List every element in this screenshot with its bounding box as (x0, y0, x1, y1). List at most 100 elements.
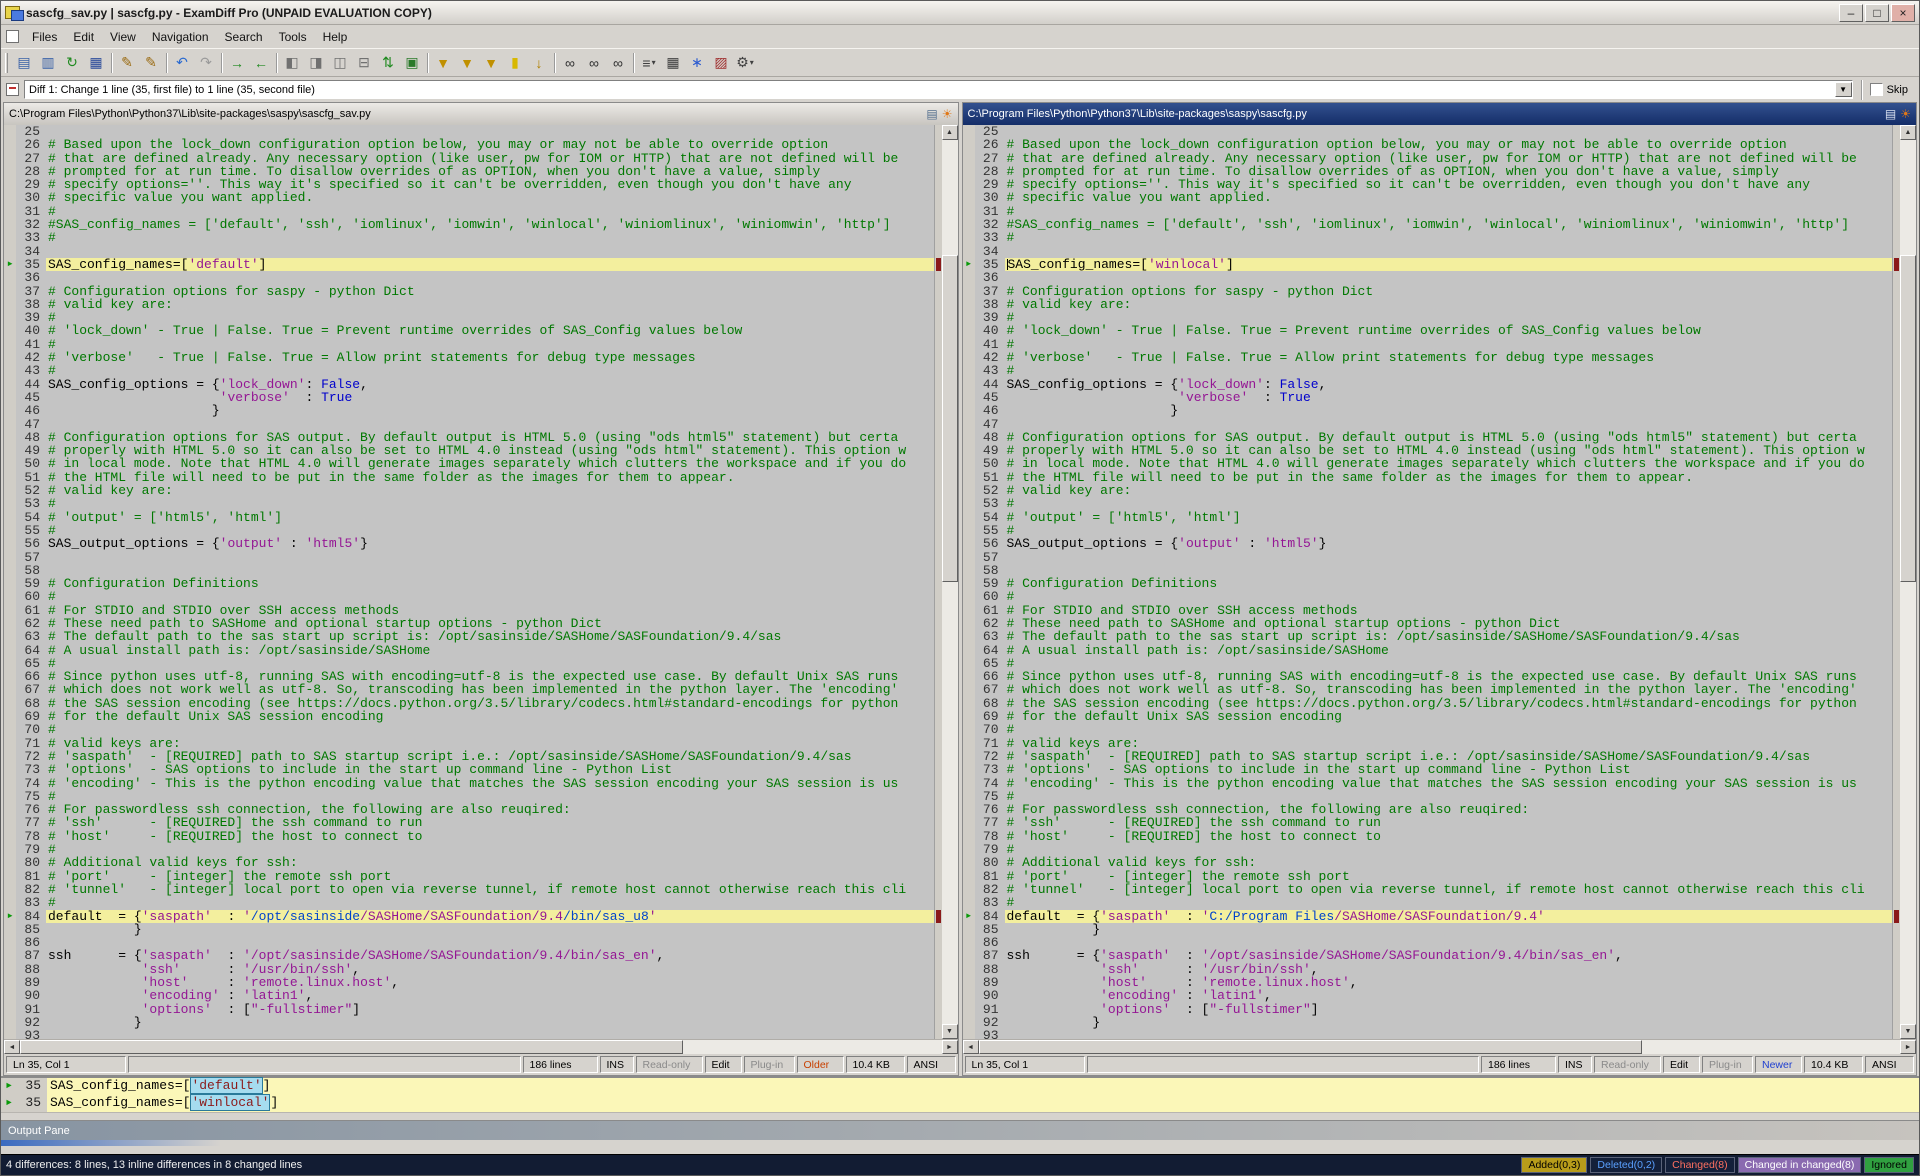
edit-second-file-icon[interactable]: ✎ (139, 51, 163, 75)
current-diff-row-1[interactable]: ►35SAS_config_names=['default'] (1, 1078, 1919, 1095)
menu-edit[interactable]: Edit (65, 27, 102, 47)
current-diff-row-2[interactable]: ►35SAS_config_names=['winlocal'] (1, 1095, 1919, 1112)
redo-icon[interactable]: ↷ (194, 51, 218, 75)
line-number: 33 (975, 231, 1005, 244)
line-number: 55 (16, 524, 46, 537)
diff-selector[interactable]: Diff 1: Change 1 line (35, first file) t… (24, 80, 1853, 99)
line-marker (4, 843, 16, 856)
vertical-scrollbar[interactable]: ▲ ▼ (942, 125, 958, 1039)
first-file-header[interactable]: C:\Program Files\Python\Python37\Lib\sit… (4, 103, 958, 125)
filter-icon[interactable]: ▼ (431, 51, 455, 75)
line-text (46, 245, 934, 258)
line-marker (4, 218, 16, 231)
reload-pane-icon[interactable]: ☀ (1900, 107, 1911, 121)
code-line-48: 48# Configuration options for SAS output… (963, 431, 1893, 444)
find-prev-icon[interactable]: ∞ (606, 51, 630, 75)
horizontal-scrollbar[interactable]: ◄ ► (963, 1039, 1917, 1054)
maximize-button[interactable]: □ (1865, 4, 1889, 22)
scroll-right-icon[interactable]: ► (1900, 1040, 1916, 1054)
filter-options-icon[interactable]: ▼ (479, 51, 503, 75)
code-line-40: 40# 'lock_down' - True | False. True = P… (4, 324, 934, 337)
ignore-options-icon[interactable]: ▨ (709, 51, 733, 75)
show-second-pane-icon[interactable]: ◨ (304, 51, 328, 75)
print-pane-icon[interactable]: ▤ (926, 107, 937, 121)
line-marker (963, 484, 975, 497)
skip-label: Skip (1887, 84, 1908, 96)
code-line-63: 63# The default path to the sas start up… (4, 630, 934, 643)
open-second-file-icon[interactable]: ▥ (36, 51, 60, 75)
line-text: # These need path to SASHome and optiona… (1005, 617, 1893, 630)
line-number: 79 (975, 843, 1005, 856)
save-icon[interactable]: ▦ (84, 51, 108, 75)
split-horizontal-icon[interactable]: ⊟ (352, 51, 376, 75)
line-number: 62 (975, 617, 1005, 630)
scroll-left-icon[interactable]: ◄ (4, 1040, 20, 1054)
first-file-code[interactable]: 2526# Based upon the lock_down configura… (4, 125, 934, 1039)
scroll-down-icon[interactable]: ▼ (942, 1024, 958, 1039)
file-list-icon[interactable]: ▦ (661, 51, 685, 75)
line-marker (4, 1016, 16, 1029)
scrollbar-thumb[interactable] (20, 1040, 683, 1054)
scroll-down-icon[interactable]: ▼ (1900, 1024, 1916, 1039)
scrollbar-thumb[interactable] (1900, 255, 1916, 582)
vertical-scrollbar[interactable]: ▲ ▼ (1900, 125, 1916, 1039)
line-text: # Configuration options for saspy - pyth… (46, 285, 934, 298)
second-file-header[interactable]: C:\Program Files\Python\Python37\Lib\sit… (963, 103, 1917, 125)
scroll-up-icon[interactable]: ▲ (942, 125, 958, 140)
line-number: 58 (16, 564, 46, 577)
code-line-57: 57 (963, 551, 1893, 564)
undo-icon[interactable]: ↶ (170, 51, 194, 75)
filter-lines-icon[interactable]: ▼ (455, 51, 479, 75)
line-number: 80 (16, 856, 46, 869)
line-marker (963, 537, 975, 550)
diff-mark (936, 910, 941, 923)
code-line-85: 85 } (4, 923, 934, 936)
split-vertical-icon[interactable]: ◫ (328, 51, 352, 75)
code-line-49: 49# properly with HTML 5.0 so it can als… (4, 444, 934, 457)
next-difference-icon[interactable]: → (225, 51, 249, 75)
line-text: # the HTML file will need to be put in t… (1005, 471, 1893, 484)
second-file-code[interactable]: 2526# Based upon the lock_down configura… (963, 125, 1893, 1039)
find-next-icon[interactable]: ∞ (582, 51, 606, 75)
print-pane-icon[interactable]: ▤ (1885, 107, 1896, 121)
show-first-pane-icon[interactable]: ◧ (280, 51, 304, 75)
menu-view[interactable]: View (102, 27, 144, 47)
output-pane-titlebar[interactable]: Output Pane (1, 1120, 1919, 1140)
line-number: 40 (16, 324, 46, 337)
line-number: 74 (16, 777, 46, 790)
view-menu-icon[interactable]: ≡▾ (637, 51, 661, 75)
close-button[interactable]: × (1891, 4, 1915, 22)
synchronize-scrolling-icon[interactable]: ⇅ (376, 51, 400, 75)
open-first-file-icon[interactable]: ▤ (12, 51, 36, 75)
scroll-right-icon[interactable]: ► (942, 1040, 958, 1054)
document-icon[interactable] (6, 30, 19, 43)
menu-files[interactable]: Files (24, 27, 65, 47)
horizontal-scrollbar[interactable]: ◄ ► (4, 1039, 958, 1054)
scroll-left-icon[interactable]: ◄ (963, 1040, 979, 1054)
menu-navigation[interactable]: Navigation (144, 27, 217, 47)
highlight-icon[interactable]: ▮ (503, 51, 527, 75)
toolbar-grip[interactable] (5, 53, 8, 73)
line-text: ssh = {'saspath' : '/opt/sasinside/SASHo… (1005, 949, 1893, 962)
plugins-icon[interactable]: ∗ (685, 51, 709, 75)
minimize-button[interactable]: – (1839, 4, 1863, 22)
options-icon[interactable]: ⚙▾ (733, 51, 757, 75)
menu-tools[interactable]: Tools (271, 27, 315, 47)
show-differences-only-icon[interactable]: ▣ (400, 51, 424, 75)
menu-help[interactable]: Help (315, 27, 356, 47)
find-icon[interactable]: ∞ (558, 51, 582, 75)
edit-first-file-icon[interactable]: ✎ (115, 51, 139, 75)
prev-difference-icon[interactable]: ← (249, 51, 273, 75)
menu-search[interactable]: Search (217, 27, 271, 47)
reload-pane-icon[interactable]: ☀ (942, 107, 953, 121)
scrollbar-thumb[interactable] (942, 255, 958, 582)
scroll-up-icon[interactable]: ▲ (1900, 125, 1916, 140)
line-text (46, 125, 934, 138)
go-to-icon[interactable]: ↓ (527, 51, 551, 75)
status-cell-plug-in: Plug-in (744, 1056, 795, 1073)
skip-checkbox[interactable] (1870, 83, 1883, 96)
line-marker (963, 949, 975, 962)
chevron-down-icon[interactable]: ▼ (1835, 82, 1852, 97)
scrollbar-thumb[interactable] (979, 1040, 1642, 1054)
recompare-icon[interactable]: ↻ (60, 51, 84, 75)
